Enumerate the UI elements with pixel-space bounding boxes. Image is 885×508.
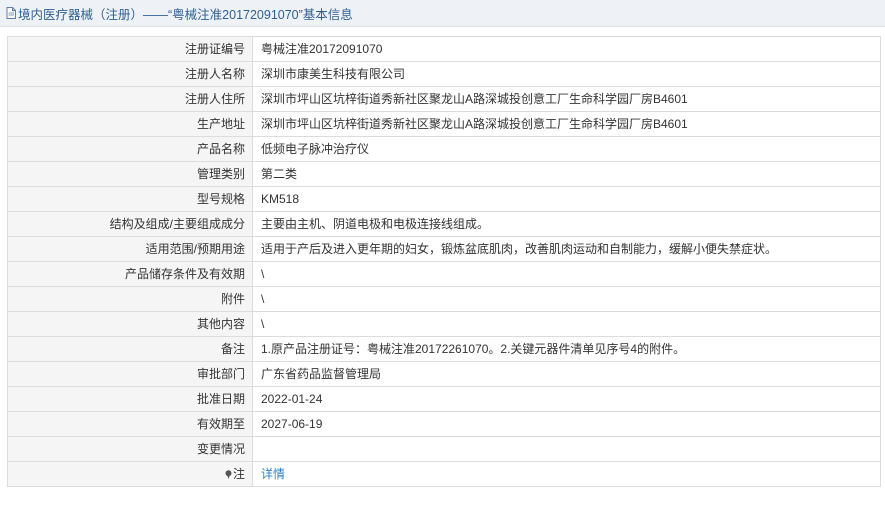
table-row: 型号规格 KM518 (7, 186, 881, 212)
field-label: 注册人住所 (7, 86, 253, 112)
field-label: 有效期至 (7, 411, 253, 437)
table-row: 其他内容 \ (7, 311, 881, 337)
field-value: 深圳市坪山区坑梓街道秀新社区聚龙山A路深城投创意工厂生命科学园厂房B4601 (252, 86, 881, 112)
table-row: 产品储存条件及有效期 \ (7, 261, 881, 287)
table-row: 有效期至 2027-06-19 (7, 411, 881, 437)
field-label: 审批部门 (7, 361, 253, 387)
field-value: 2027-06-19 (252, 411, 881, 437)
field-label: 型号规格 (7, 186, 253, 212)
note-label-cell: 注 (7, 461, 253, 487)
field-value: \ (252, 286, 881, 312)
table-row: 附件 \ (7, 286, 881, 312)
table-row: 适用范围/预期用途 适用于产后及进入更年期的妇女，锻炼盆底肌肉，改善肌肉运动和自制… (7, 236, 881, 262)
note-row: 注 详情 (7, 461, 881, 487)
field-label: 结构及组成/主要组成成分 (7, 211, 253, 237)
field-label: 产品储存条件及有效期 (7, 261, 253, 287)
table-row: 产品名称 低频电子脉冲治疗仪 (7, 136, 881, 162)
detail-table: 注册证编号 粤械注准20172091070 注册人名称 深圳市康美生科技有限公司 注册人… (7, 36, 881, 487)
page-title: 境内医疗器械（注册）——“粤械注准20172091070”基本信息 (18, 7, 353, 22)
field-value: 主要由主机、阴道电极和电极连接线组成。 (252, 211, 881, 237)
field-value: 广东省药品监督管理局 (252, 361, 881, 387)
field-value: KM518 (252, 186, 881, 212)
field-value: 低频电子脉冲治疗仪 (252, 136, 881, 162)
pin-icon (225, 470, 232, 479)
table-row: 变更情况 (7, 436, 881, 462)
note-label: 注 (232, 467, 245, 481)
field-label: 管理类别 (7, 161, 253, 187)
field-value: 2022-01-24 (252, 386, 881, 412)
table-row: 注册人名称 深圳市康美生科技有限公司 (7, 61, 881, 87)
field-label: 备注 (7, 336, 253, 362)
details-link[interactable]: 详情 (261, 467, 285, 481)
document-icon (6, 7, 16, 19)
field-label: 注册证编号 (7, 36, 253, 62)
field-label: 附件 (7, 286, 253, 312)
field-label: 变更情况 (7, 436, 253, 462)
field-label: 注册人名称 (7, 61, 253, 87)
field-value (252, 436, 881, 462)
field-value: 深圳市坪山区坑梓街道秀新社区聚龙山A路深城投创意工厂生命科学园厂房B4601 (252, 111, 881, 137)
field-label: 适用范围/预期用途 (7, 236, 253, 262)
field-label: 产品名称 (7, 136, 253, 162)
field-label: 生产地址 (7, 111, 253, 137)
field-value: \ (252, 261, 881, 287)
table-row: 管理类别 第二类 (7, 161, 881, 187)
note-value-cell: 详情 (252, 461, 881, 487)
field-value: 1.原产品注册证号：粤械注准20172261070。2.关键元器件清单见序号4的… (252, 336, 881, 362)
table-row: 备注 1.原产品注册证号：粤械注准20172261070。2.关键元器件清单见序号… (7, 336, 881, 362)
field-label: 其他内容 (7, 311, 253, 337)
table-row: 批准日期 2022-01-24 (7, 386, 881, 412)
field-label: 批准日期 (7, 386, 253, 412)
field-value: \ (252, 311, 881, 337)
field-value: 第二类 (252, 161, 881, 187)
table-row: 生产地址 深圳市坪山区坑梓街道秀新社区聚龙山A路深城投创意工厂生命科学园厂房B46… (7, 111, 881, 137)
field-value: 适用于产后及进入更年期的妇女，锻炼盆底肌肉，改善肌肉运动和自制能力，缓解小便失禁… (252, 236, 881, 262)
field-value: 粤械注准20172091070 (252, 36, 881, 62)
table-row: 注册人住所 深圳市坪山区坑梓街道秀新社区聚龙山A路深城投创意工厂生命科学园厂房B4… (7, 86, 881, 112)
table-row: 结构及组成/主要组成成分 主要由主机、阴道电极和电极连接线组成。 (7, 211, 881, 237)
table-row: 注册证编号 粤械注准20172091070 (7, 36, 881, 62)
page-header: 境内医疗器械（注册）——“粤械注准20172091070”基本信息 (0, 0, 885, 27)
table-row: 审批部门 广东省药品监督管理局 (7, 361, 881, 387)
field-value: 深圳市康美生科技有限公司 (252, 61, 881, 87)
